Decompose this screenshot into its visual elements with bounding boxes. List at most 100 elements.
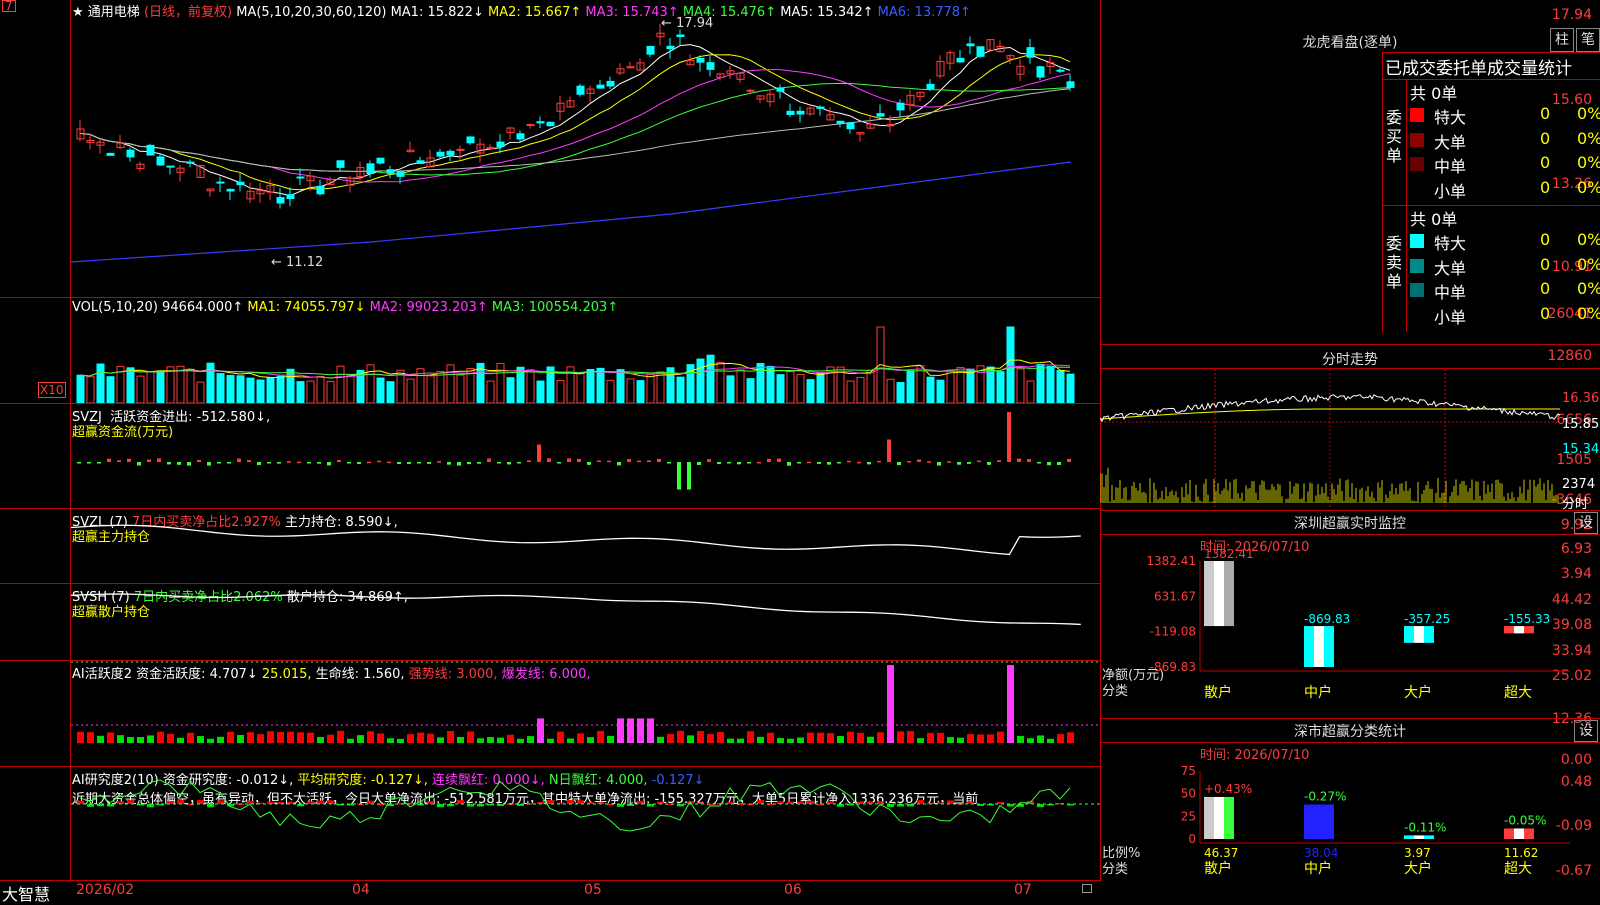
class-bar: [1524, 626, 1534, 634]
fenshi-panel[interactable]: 分时走势 16.36 15.85 15.34 2374 分时: [1100, 345, 1600, 512]
ai-research-chart[interactable]: [71, 767, 1100, 880]
activity-bar: [907, 731, 914, 743]
ai-active-chart[interactable]: [71, 661, 1100, 766]
app-logo[interactable]: 大智慧: [2, 881, 50, 905]
candle-body: [386, 169, 395, 174]
class-bar: [1504, 626, 1514, 634]
candle-body: [966, 43, 975, 47]
bar-value: 46.37: [1204, 846, 1238, 860]
flow-bar: [217, 462, 221, 464]
candle-body: [546, 121, 555, 127]
svsh-chart[interactable]: [71, 584, 1100, 660]
fenshi-chart[interactable]: [1100, 369, 1600, 509]
bar-category: 散户: [1204, 684, 1232, 701]
monitor-settings-button[interactable]: 设: [1574, 512, 1598, 534]
class-bar: [1324, 804, 1334, 839]
sell-total: 共 0单: [1410, 210, 1458, 229]
svzl-chart[interactable]: [71, 509, 1100, 583]
flow-bar: [127, 458, 131, 462]
activity-bar: [97, 735, 104, 743]
settings-icon[interactable]: 7: [2, 0, 16, 12]
flow-bar: [687, 462, 691, 490]
flow-bar: [767, 458, 771, 462]
legend-swatch: [1410, 108, 1424, 122]
chart-tick: 50: [1181, 787, 1196, 801]
activity-bar: [487, 737, 494, 743]
buy-side-label: 委买单: [1386, 108, 1403, 165]
candle-body: [446, 150, 455, 156]
row-pct: 0%: [1577, 177, 1600, 197]
flow-bar: [257, 462, 261, 466]
research-bar: [197, 800, 204, 804]
activity-bar: [437, 737, 444, 743]
tick-mode-button[interactable]: 笔: [1576, 28, 1600, 52]
classify-chart[interactable]: 75 50 25 0 +0.43% 46.37散户 -0.27% 38.04中户 -0.11% 3…: [1100, 743, 1600, 900]
classify-panel[interactable]: 深市超赢分类统计 设 时间: 2026/07/10 75 50 25 0 +0.43% 4…: [1100, 718, 1600, 900]
flow-bar: [837, 462, 841, 464]
bar-mode-button[interactable]: 柱: [1550, 28, 1574, 52]
candle-body: [816, 106, 825, 109]
ma6-line: [71, 161, 1072, 263]
x-label: 05: [584, 882, 602, 898]
activity-bar: [497, 737, 504, 743]
flow-bar: [967, 462, 971, 464]
activity-bar: [307, 732, 314, 743]
chart-tick: -119.08: [1150, 625, 1196, 639]
bar-category: 超大: [1504, 861, 1532, 877]
class-bar: [1424, 626, 1434, 643]
activity-bar: [1047, 738, 1054, 743]
flow-bar: [877, 460, 881, 463]
volume-bar: [716, 361, 725, 403]
legend-swatch: [1410, 157, 1424, 171]
activity-bar: [87, 732, 94, 743]
class-bar: [1314, 804, 1324, 839]
fenshi-tick: 16.36: [1562, 391, 1600, 406]
candle-body: [746, 89, 755, 92]
activity-bar: [537, 718, 544, 743]
flow-bar: [417, 462, 421, 464]
x-label: 分类: [1102, 684, 1128, 699]
activity-bar: [937, 732, 944, 743]
activity-bar: [887, 665, 894, 743]
volume-chart[interactable]: [71, 318, 1100, 403]
vol-unit: X10: [38, 382, 66, 398]
longhu-title: 龙虎看盘(逐单): [1302, 35, 1398, 51]
kline-chart[interactable]: ← 17.94 ← 11.12: [71, 14, 1100, 297]
volume-bar: [166, 366, 175, 403]
activity-bar: [1027, 738, 1034, 743]
ma-line: [79, 69, 1071, 183]
activity-bar: [147, 735, 154, 743]
svzj-chart[interactable]: [71, 404, 1100, 508]
lock-icon[interactable]: [1082, 884, 1092, 893]
volume-bar: [626, 378, 635, 403]
activity-bar: [927, 732, 934, 743]
candle-body: [846, 122, 855, 130]
volume-bar: [856, 376, 865, 403]
bar-value: 1382.41: [1204, 547, 1254, 561]
flow-bar: [1067, 458, 1071, 462]
activity-bar: [797, 737, 804, 743]
flow-bar: [407, 462, 411, 464]
candle-body: [276, 197, 285, 204]
classify-settings-button[interactable]: 设: [1574, 720, 1598, 742]
class-bar: [1424, 835, 1434, 839]
activity-bar: [1017, 735, 1024, 743]
candle-body: [456, 148, 465, 151]
indicator-line: [71, 524, 1081, 556]
candle-body: [316, 185, 325, 195]
volume-bar: [266, 376, 275, 403]
volume-bar: [226, 374, 235, 403]
candle-body: [186, 161, 195, 164]
candle-body: [926, 83, 935, 90]
row-label: 小单: [1434, 181, 1467, 201]
research-bar: [77, 800, 84, 804]
monitor-panel[interactable]: 深圳超赢实时监控 设 时间: 2026/07/10 1382.41 631.67-…: [1100, 510, 1600, 718]
vol-ma2: MA2: 99023.203↑: [369, 300, 488, 315]
volume-bar: [706, 354, 715, 403]
flow-bar: [777, 458, 781, 462]
bar-category: 中户: [1304, 860, 1332, 877]
flow-bar: [347, 462, 351, 464]
monitor-chart[interactable]: 1382.41631.67-119.08-869.831382.41散户-869…: [1100, 535, 1600, 718]
row-count: 0: [1540, 104, 1551, 123]
class-bar: [1304, 626, 1314, 667]
